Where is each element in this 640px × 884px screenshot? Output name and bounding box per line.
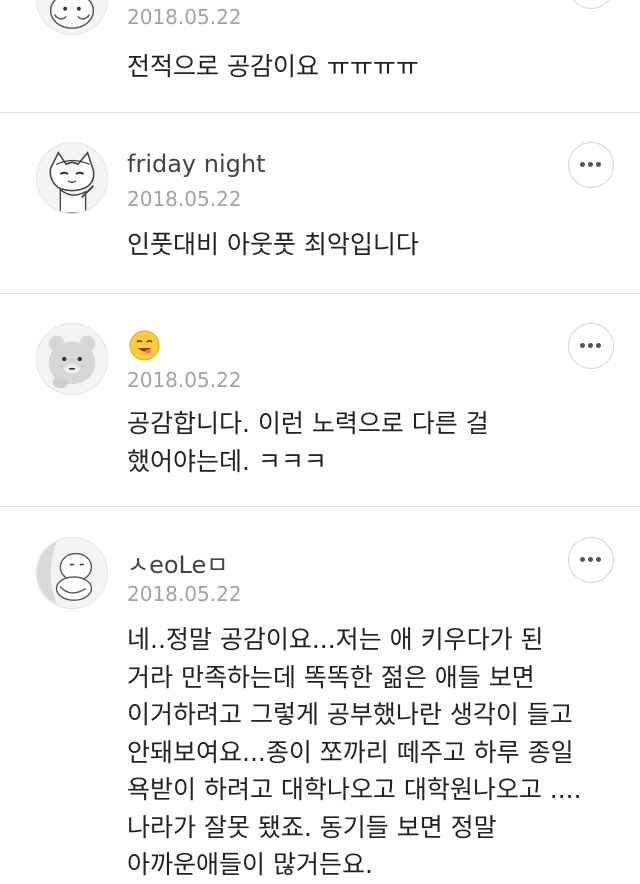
comment-text: 공감합니다. 이런 노력으로 다른 걸 했어야는데. ㅋㅋㅋ bbox=[127, 409, 489, 476]
more-options-icon bbox=[588, 162, 593, 167]
comment-date: 2018.05.22 bbox=[127, 5, 242, 29]
more-options-button[interactable] bbox=[568, 323, 614, 369]
comment-item: 2018.05.22 공감합니다. 이런 노력으로 다른 걸 했어야는데. ㅋㅋ… bbox=[0, 294, 640, 507]
more-options-icon bbox=[580, 343, 585, 348]
more-options-button[interactable] bbox=[568, 537, 614, 583]
comment-text: 전적으로 공감이요 ㅠㅠㅠㅠ bbox=[127, 52, 419, 81]
more-options-icon bbox=[596, 557, 601, 562]
comment-date: 2018.05.22 bbox=[127, 582, 242, 606]
more-options-icon bbox=[588, 557, 593, 562]
comment-date: 2018.05.22 bbox=[127, 368, 242, 392]
more-options-icon bbox=[580, 162, 585, 167]
comment-text: 인풋대비 아웃풋 최악입니다 bbox=[127, 230, 419, 259]
comment-item: friday night 2018.05.22 인풋대비 아웃풋 최악입니다 bbox=[0, 113, 640, 294]
comment-date: 2018.05.22 bbox=[127, 187, 242, 211]
more-options-button[interactable] bbox=[568, 142, 614, 188]
bear-character-avatar-icon[interactable] bbox=[36, 323, 108, 395]
comment-text: 네..정말 공감이요...저는 애 키우다가 된 거라 만족하는데 똑똑한 젊은… bbox=[127, 625, 582, 879]
more-options-icon bbox=[588, 343, 593, 348]
more-options-icon bbox=[580, 557, 585, 562]
more-options-button[interactable] bbox=[568, 0, 614, 9]
more-options-icon bbox=[596, 162, 601, 167]
cat-character-avatar-icon[interactable] bbox=[36, 142, 108, 214]
comment-item: 2018.05.22 전적으로 공감이요 ㅠㅠㅠㅠ bbox=[0, 0, 640, 113]
more-options-icon bbox=[596, 343, 601, 348]
cat-character-avatar-icon[interactable] bbox=[36, 0, 108, 35]
comment-author[interactable]: friday night bbox=[127, 150, 266, 178]
smiling-emoji-icon bbox=[129, 330, 160, 361]
comment-author[interactable]: ㅅeoLeㅁ bbox=[127, 545, 228, 580]
character-avatar-icon[interactable] bbox=[36, 537, 108, 609]
comment-item: ㅅeoLeㅁ 2018.05.22 네..정말 공감이요...저는 애 키우다가… bbox=[0, 507, 640, 882]
